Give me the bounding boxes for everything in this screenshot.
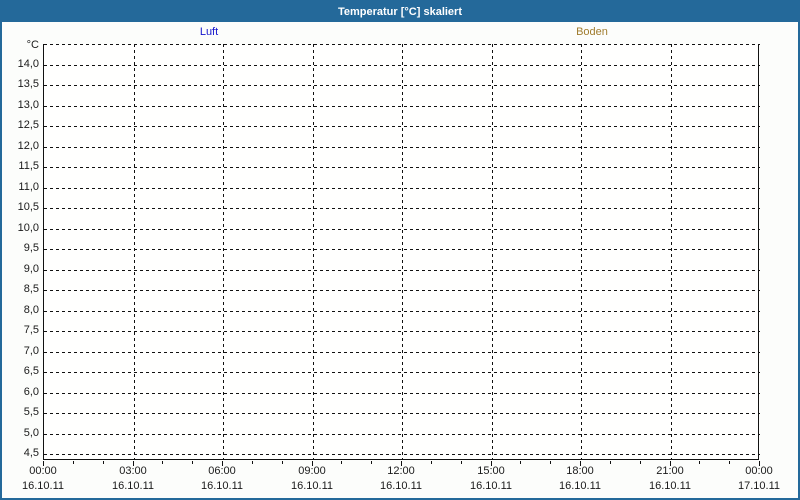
- x-tick-date-label: 16.10.11: [558, 480, 601, 492]
- y-tick-label: 5,5: [23, 406, 39, 418]
- title-bar: Temperatur [°C] skaliert: [2, 2, 798, 22]
- v-gridline: [671, 44, 672, 460]
- y-tick-label: 7,0: [23, 345, 39, 357]
- x-axis-tick: [729, 461, 730, 464]
- x-axis-tick: [192, 461, 193, 464]
- y-tick-label: 10,0: [17, 222, 39, 234]
- x-tick-time-label: 00:00: [29, 465, 57, 477]
- x-tick-time-label: 21:00: [656, 465, 684, 477]
- x-tick-date-label: 16.10.11: [200, 480, 243, 492]
- x-axis-tick: [520, 461, 521, 464]
- x-tick-time-label: 12:00: [387, 465, 415, 477]
- y-tick-label: 12,5: [17, 119, 39, 131]
- y-tick-label: 8,0: [23, 304, 39, 316]
- x-axis-tick: [461, 461, 462, 464]
- x-axis-tick: [371, 461, 372, 464]
- x-tick-date-label: 17.10.11: [737, 480, 780, 492]
- x-tick-date-label: 16.10.11: [111, 480, 154, 492]
- x-tick-date-label: 16.10.11: [21, 480, 64, 492]
- y-tick-label: 8,5: [23, 283, 39, 295]
- x-axis-tick: [252, 461, 253, 464]
- x-axis-tick: [640, 461, 641, 464]
- y-tick-label: 12,0: [17, 140, 39, 152]
- x-tick-date-label: 16.10.11: [648, 480, 691, 492]
- x-tick-time-label: 18:00: [566, 465, 594, 477]
- y-tick-label: 6,0: [23, 386, 39, 398]
- chart-title: Temperatur [°C] skaliert: [337, 6, 462, 18]
- x-axis-tick: [73, 461, 74, 464]
- x-axis-tick: [341, 461, 342, 464]
- x-axis-tick: [162, 461, 163, 464]
- x-tick-time-label: 03:00: [119, 465, 147, 477]
- v-gridline: [223, 44, 224, 460]
- y-tick-label: 10,5: [17, 201, 39, 213]
- x-axis-tick: [550, 461, 551, 464]
- x-tick-time-label: 15:00: [477, 465, 505, 477]
- x-tick-date-label: 16.10.11: [469, 480, 512, 492]
- x-tick-time-label: 06:00: [208, 465, 236, 477]
- y-tick-label: 13,0: [17, 99, 39, 111]
- v-gridline: [402, 44, 403, 460]
- x-axis-tick: [431, 461, 432, 464]
- x-tick-time-label: 09:00: [298, 465, 326, 477]
- legend-item-boden: Boden: [576, 26, 608, 38]
- y-tick-label: 7,5: [23, 324, 39, 336]
- x-axis-tick: [103, 461, 104, 464]
- v-gridline: [492, 44, 493, 460]
- y-tick-label: 4,5: [23, 447, 39, 459]
- x-tick-date-label: 16.10.11: [379, 480, 422, 492]
- legend-item-luft: Luft: [199, 26, 219, 38]
- y-tick-label: 11,5: [18, 160, 39, 172]
- chart-window: Temperatur [°C] skaliert Luft Boden °C 1…: [0, 0, 800, 500]
- v-gridline: [134, 44, 135, 460]
- x-tick-date-label: 16.10.11: [290, 480, 333, 492]
- y-tick-label: 11,0: [18, 181, 39, 193]
- x-axis-tick: [610, 461, 611, 464]
- y-tick-label: 13,5: [17, 78, 39, 90]
- y-tick-label: 14,0: [17, 58, 39, 70]
- y-axis-unit-label: °C: [26, 39, 39, 51]
- y-tick-label: 9,0: [23, 263, 39, 275]
- v-gridline: [313, 44, 314, 460]
- y-tick-label: 6,5: [23, 365, 39, 377]
- plot-area: [43, 44, 760, 460]
- x-axis-tick: [282, 461, 283, 464]
- y-tick-label: 5,0: [23, 427, 39, 439]
- y-tick-label: 9,5: [23, 242, 39, 254]
- x-tick-time-label: 00:00: [745, 465, 773, 477]
- v-gridline: [581, 44, 582, 460]
- x-axis-tick: [699, 461, 700, 464]
